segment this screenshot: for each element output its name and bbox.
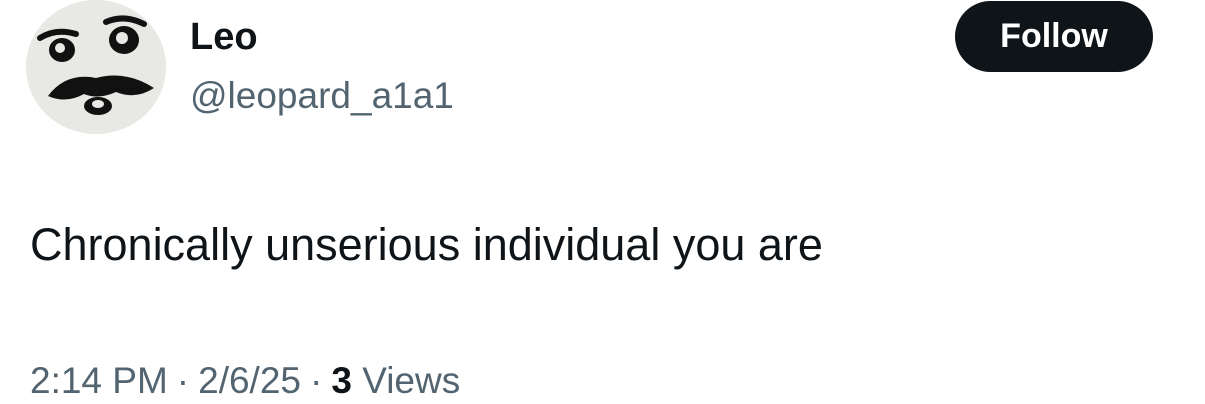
tweet-time[interactable]: 2:14 PM [30, 360, 168, 401]
tweet-meta: 2:14 PM · 2/6/25 · 3 Views [30, 358, 460, 404]
tweet-text: Chronically unserious individual you are [30, 219, 823, 270]
avatar[interactable] [26, 0, 166, 134]
meta-separator: · [310, 360, 323, 401]
meta-separator: · [176, 360, 190, 401]
meme-face-avatar-icon [26, 0, 166, 134]
views-count: 3 [331, 360, 352, 401]
follow-button[interactable]: Follow [955, 1, 1153, 72]
views-label: Views [362, 360, 461, 401]
display-name[interactable]: Leo [190, 12, 258, 62]
user-handle[interactable]: @leopard_a1a1 [190, 72, 454, 120]
tweet-date[interactable]: 2/6/25 [198, 360, 301, 401]
